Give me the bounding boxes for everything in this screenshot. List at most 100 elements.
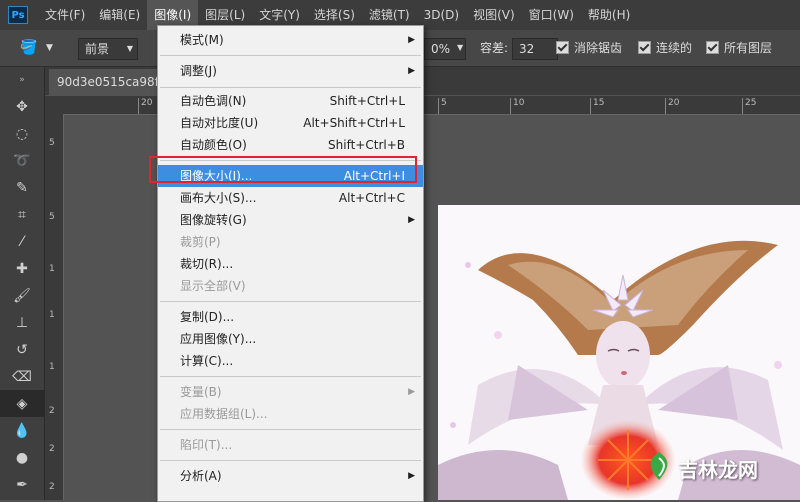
chevron-down-icon: ▼ bbox=[126, 44, 133, 53]
menu-help[interactable]: 帮助(H) bbox=[581, 0, 637, 30]
move-tool-icon[interactable]: ✥ bbox=[0, 93, 44, 120]
menu-item-auto-color[interactable]: 自动颜色(O) Shift+Ctrl+B bbox=[158, 134, 423, 156]
menu-item-label: 画布大小(S)... bbox=[180, 191, 257, 205]
eyedropper-tool-icon[interactable]: ⁄ bbox=[0, 228, 44, 255]
menu-separator bbox=[160, 376, 421, 377]
fill-source-select[interactable]: 前景 ▼ bbox=[78, 38, 138, 60]
menu-item-label: 模式(M) bbox=[180, 33, 224, 47]
collapse-icon[interactable]: » bbox=[0, 67, 44, 93]
menu-item-shortcut: Shift+Ctrl+B bbox=[328, 138, 405, 152]
submenu-arrow-icon: ▶ bbox=[408, 471, 415, 481]
fill-source-value: 前景 bbox=[85, 42, 110, 56]
menu-item-label: 自动颜色(O) bbox=[180, 138, 247, 152]
blur-tool-icon[interactable]: 💧 bbox=[0, 417, 44, 444]
healing-brush-tool-icon[interactable]: ✚ bbox=[0, 255, 44, 282]
menu-file[interactable]: 文件(F) bbox=[38, 0, 92, 30]
all-layers-checkbox[interactable]: 所有图层 bbox=[706, 38, 772, 58]
ruler-tick: 2 bbox=[49, 444, 55, 454]
contiguous-label: 连续的 bbox=[656, 41, 693, 55]
tool-preset-chevron-down-icon[interactable]: ▼ bbox=[46, 38, 53, 58]
menu-item-label: 裁剪(P) bbox=[180, 235, 221, 249]
menu-item-image-rotation[interactable]: 图像旋转(G) ▶ bbox=[158, 209, 423, 231]
watermark: 吉林龙网 bbox=[643, 448, 763, 484]
tolerance-input[interactable]: 32 bbox=[512, 38, 558, 60]
ruler-tick: 2 bbox=[49, 482, 55, 492]
menu-item-crop: 裁剪(P) bbox=[158, 231, 423, 253]
menu-separator bbox=[160, 87, 421, 88]
image-menu-dropdown: 模式(M) ▶ 调整(J) ▶ 自动色调(N) Shift+Ctrl+L 自动对比度(… bbox=[157, 25, 424, 502]
menu-item-calculations[interactable]: 计算(C)... bbox=[158, 350, 423, 372]
opacity-chevron-down-icon[interactable]: ▼ bbox=[457, 38, 463, 58]
quick-select-tool-icon[interactable]: ✎ bbox=[0, 174, 44, 201]
menu-item-auto-contrast[interactable]: 自动对比度(U) Alt+Shift+Ctrl+L bbox=[158, 112, 423, 134]
menu-item-trap: 陷印(T)... bbox=[158, 434, 423, 456]
paint-bucket-icon[interactable]: 🪣 bbox=[20, 38, 37, 58]
dodge-tool-icon[interactable]: ● bbox=[0, 444, 44, 471]
ruler-corner bbox=[45, 96, 63, 114]
watermark-logo-icon bbox=[650, 452, 668, 480]
submenu-arrow-icon: ▶ bbox=[408, 35, 415, 45]
menu-item-label: 应用图像(Y)... bbox=[180, 332, 257, 346]
menu-item-label: 计算(C)... bbox=[180, 354, 234, 368]
menu-item-label: 复制(D)... bbox=[180, 310, 235, 324]
ruler-tick: 15 bbox=[589, 98, 605, 114]
ruler-tick: 25 bbox=[741, 98, 757, 114]
menu-item-auto-tone[interactable]: 自动色调(N) Shift+Ctrl+L bbox=[158, 90, 423, 112]
antialias-checkbox[interactable]: 消除锯齿 bbox=[556, 38, 622, 58]
checkbox-checked-icon bbox=[706, 41, 719, 54]
menu-edit[interactable]: 编辑(E) bbox=[92, 0, 147, 30]
checkbox-checked-icon bbox=[638, 41, 651, 54]
ruler-tick: 1 bbox=[49, 362, 55, 372]
menu-item-label: 自动对比度(U) bbox=[180, 116, 259, 130]
ruler-tick: 5 bbox=[438, 98, 447, 114]
menu-item-label: 变量(B) bbox=[180, 385, 222, 399]
history-brush-tool-icon[interactable]: ↺ bbox=[0, 336, 44, 363]
eraser-tool-icon[interactable]: ⌫ bbox=[0, 363, 44, 390]
ruler-tick: 2 bbox=[49, 406, 55, 416]
menu-item-label: 应用数据组(L)... bbox=[180, 407, 268, 421]
menu-separator bbox=[160, 301, 421, 302]
menu-item-apply-image[interactable]: 应用图像(Y)... bbox=[158, 328, 423, 350]
menu-view[interactable]: 视图(V) bbox=[466, 0, 522, 30]
contiguous-checkbox[interactable]: 连续的 bbox=[638, 38, 692, 58]
submenu-arrow-icon: ▶ bbox=[408, 215, 415, 225]
highlight-box bbox=[149, 156, 417, 183]
menu-item-mode[interactable]: 模式(M) ▶ bbox=[158, 29, 423, 51]
menu-item-label: 分析(A) bbox=[180, 469, 222, 483]
antialias-label: 消除锯齿 bbox=[574, 41, 623, 55]
menu-separator bbox=[160, 55, 421, 56]
ruler-tick: 10 bbox=[509, 98, 525, 114]
menu-item-label: 裁切(R)... bbox=[180, 257, 234, 271]
menu-item-shortcut: Shift+Ctrl+L bbox=[329, 94, 405, 108]
marquee-tool-icon[interactable]: ◌ bbox=[0, 120, 44, 147]
crop-tool-icon[interactable]: ⌗ bbox=[0, 201, 44, 228]
menu-item-canvas-size[interactable]: 画布大小(S)... Alt+Ctrl+C bbox=[158, 187, 423, 209]
menu-item-shortcut: Alt+Ctrl+C bbox=[338, 191, 405, 205]
ruler-tick: 5 bbox=[49, 138, 55, 148]
menu-item-analysis[interactable]: 分析(A) ▶ bbox=[158, 465, 423, 487]
menu-item-adjust[interactable]: 调整(J) ▶ bbox=[158, 60, 423, 82]
ruler-tick: 1 bbox=[49, 310, 55, 320]
menu-item-label: 自动色调(N) bbox=[180, 94, 247, 108]
menu-item-shortcut: Alt+Shift+Ctrl+L bbox=[303, 116, 405, 130]
lasso-tool-icon[interactable]: ➰ bbox=[0, 147, 44, 174]
brush-tool-icon[interactable]: 🖌 bbox=[0, 282, 44, 309]
clone-stamp-tool-icon[interactable]: ⊥ bbox=[0, 309, 44, 336]
photoshop-logo: Ps bbox=[8, 6, 28, 24]
paint-bucket-tool-icon[interactable]: ◈ bbox=[0, 390, 44, 417]
all-layers-label: 所有图层 bbox=[724, 41, 773, 55]
menu-item-label: 显示全部(V) bbox=[180, 279, 246, 293]
menu-separator bbox=[160, 460, 421, 461]
menu-item-label: 调整(J) bbox=[180, 64, 217, 78]
menu-window[interactable]: 窗口(W) bbox=[522, 0, 581, 30]
menu-3d[interactable]: 3D(D) bbox=[417, 0, 466, 30]
ruler-tick: 20 bbox=[137, 98, 153, 114]
menu-separator bbox=[160, 429, 421, 430]
menu-item-duplicate[interactable]: 复制(D)... bbox=[158, 306, 423, 328]
submenu-arrow-icon: ▶ bbox=[408, 66, 415, 76]
ruler-tick: 20 bbox=[664, 98, 680, 114]
menu-item-label: 图像旋转(G) bbox=[180, 213, 247, 227]
menu-item-trim[interactable]: 裁切(R)... bbox=[158, 253, 423, 275]
pen-tool-icon[interactable]: ✒ bbox=[0, 471, 44, 498]
menu-item-variables: 变量(B) ▶ bbox=[158, 381, 423, 403]
